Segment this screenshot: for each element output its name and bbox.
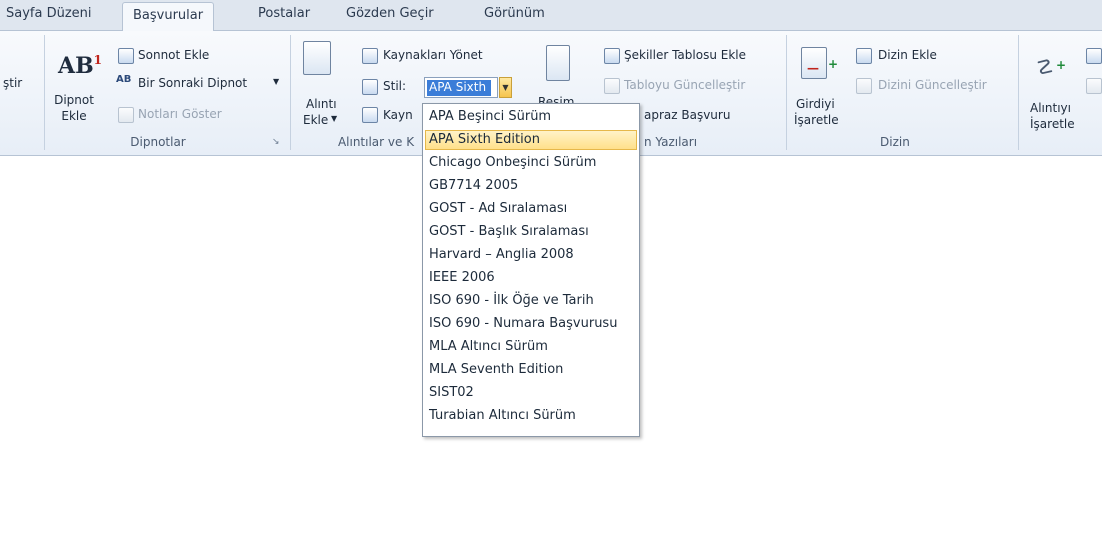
insert-citation-label-2: Ekle bbox=[303, 113, 329, 127]
group-label-index: Dizin bbox=[880, 135, 910, 149]
style-option[interactable]: ISO 690 - Numara Başvurusu bbox=[425, 314, 637, 334]
show-notes-icon bbox=[118, 107, 134, 123]
tab-references[interactable]: Başvurular bbox=[122, 2, 215, 32]
insert-index-label: Dizin Ekle bbox=[878, 48, 937, 62]
chevron-down-icon: ▼ bbox=[273, 77, 280, 86]
style-label: Stil: bbox=[383, 79, 407, 93]
insert-index-icon bbox=[856, 48, 872, 64]
partial-icon[interactable] bbox=[1086, 78, 1102, 94]
citation-document-icon bbox=[303, 41, 331, 75]
insert-footnote-label-1: Dipnot bbox=[54, 93, 94, 107]
style-option[interactable]: IEEE 2006 bbox=[425, 268, 637, 288]
group-separator bbox=[786, 35, 787, 150]
style-icon bbox=[362, 79, 378, 95]
bibliography-label: Kayn bbox=[383, 108, 413, 122]
style-option[interactable]: Chicago Onbeşinci Sürüm bbox=[425, 153, 637, 173]
manage-sources-label: Kaynakları Yönet bbox=[383, 48, 483, 62]
style-combobox[interactable]: APA Sixth bbox=[424, 77, 498, 98]
group-label-citations: Alıntılar ve K bbox=[337, 135, 415, 149]
mark-citation-label-1: Alıntıyı bbox=[1030, 101, 1071, 115]
tab-mailings[interactable]: Postalar bbox=[258, 6, 310, 21]
style-dropdown-arrow-button[interactable]: ▼ bbox=[499, 77, 512, 98]
show-notes-label: Notları Göster bbox=[138, 107, 222, 121]
update-index-label: Dizini Güncelleştir bbox=[878, 78, 987, 92]
ribbon-tab-bar: Sayfa Düzeni Başvurular Postalar Gözden … bbox=[0, 0, 1102, 32]
mark-citation-plus-icon: + bbox=[1056, 58, 1067, 72]
style-option[interactable]: GOST - Ad Sıralaması bbox=[425, 199, 637, 219]
mark-citation-icon: ☡ bbox=[1036, 55, 1054, 79]
style-option[interactable]: Turabian Altıncı Sürüm bbox=[425, 406, 637, 426]
caption-picture-icon bbox=[546, 45, 570, 81]
insert-table-of-figures-label: Şekiller Tablosu Ekle bbox=[624, 48, 746, 62]
style-option[interactable]: MLA Altıncı Sürüm bbox=[425, 337, 637, 357]
style-option[interactable]: Harvard – Anglia 2008 bbox=[425, 245, 637, 265]
tab-review[interactable]: Gözden Geçir bbox=[346, 6, 434, 21]
mark-citation-label-2: İşaretle bbox=[1030, 117, 1075, 131]
style-option[interactable]: ISO 690 - İlk Öğe ve Tarih bbox=[425, 291, 637, 311]
style-option[interactable]: SIST02 bbox=[425, 383, 637, 403]
group-separator bbox=[290, 35, 291, 150]
endnote-icon bbox=[118, 48, 134, 64]
insert-footnote-label-2: Ekle bbox=[61, 109, 87, 123]
partial-icon[interactable] bbox=[1086, 48, 1102, 64]
mark-entry-minus-icon: — bbox=[807, 61, 819, 75]
mark-entry-label-2: İşaretle bbox=[794, 113, 839, 127]
mark-entry-plus-icon: + bbox=[828, 57, 839, 71]
style-dropdown-list: APA Beşinci Sürüm APA Sixth Edition Chic… bbox=[422, 103, 640, 437]
style-option[interactable]: GB7714 2005 bbox=[425, 176, 637, 196]
group-label-captions: n Yazıları bbox=[644, 135, 698, 149]
style-option-selected[interactable]: APA Sixth Edition bbox=[425, 130, 637, 150]
style-option[interactable]: GOST - Başlık Sıralaması bbox=[425, 222, 637, 242]
cross-reference-label[interactable]: apraz Başvuru bbox=[644, 108, 730, 122]
style-option[interactable]: MLA Seventh Edition bbox=[425, 360, 637, 380]
group-separator bbox=[1018, 35, 1019, 150]
update-table-label: Tabloyu Güncelleştir bbox=[624, 78, 746, 92]
next-footnote-label: Bir Sonraki Dipnot bbox=[138, 76, 248, 90]
dialog-launcher-icon[interactable]: ↘ bbox=[272, 137, 280, 147]
tab-view[interactable]: Görünüm bbox=[484, 6, 545, 21]
mark-entry-label-1: Girdiyi bbox=[796, 97, 835, 111]
tab-page-layout[interactable]: Sayfa Düzeni bbox=[6, 6, 92, 21]
manage-sources-icon bbox=[362, 48, 378, 64]
insert-endnote-label: Sonnot Ekle bbox=[138, 48, 210, 62]
style-combobox-value: APA Sixth bbox=[427, 80, 491, 96]
table-of-figures-icon bbox=[604, 48, 620, 64]
left-partial-button-label[interactable]: ştir bbox=[3, 76, 22, 90]
update-index-icon bbox=[856, 78, 872, 94]
chevron-down-icon: ▼ bbox=[331, 114, 338, 123]
footnote-ab-icon: AB1 bbox=[58, 53, 103, 79]
group-label-footnotes: Dipnotlar bbox=[130, 135, 186, 149]
insert-citation-label-1: Alıntı bbox=[306, 97, 337, 111]
bibliography-icon bbox=[362, 107, 378, 123]
update-table-icon bbox=[604, 78, 620, 94]
next-footnote-icon: AB bbox=[116, 74, 132, 85]
style-option[interactable]: APA Beşinci Sürüm bbox=[425, 107, 637, 127]
group-separator bbox=[44, 35, 45, 150]
